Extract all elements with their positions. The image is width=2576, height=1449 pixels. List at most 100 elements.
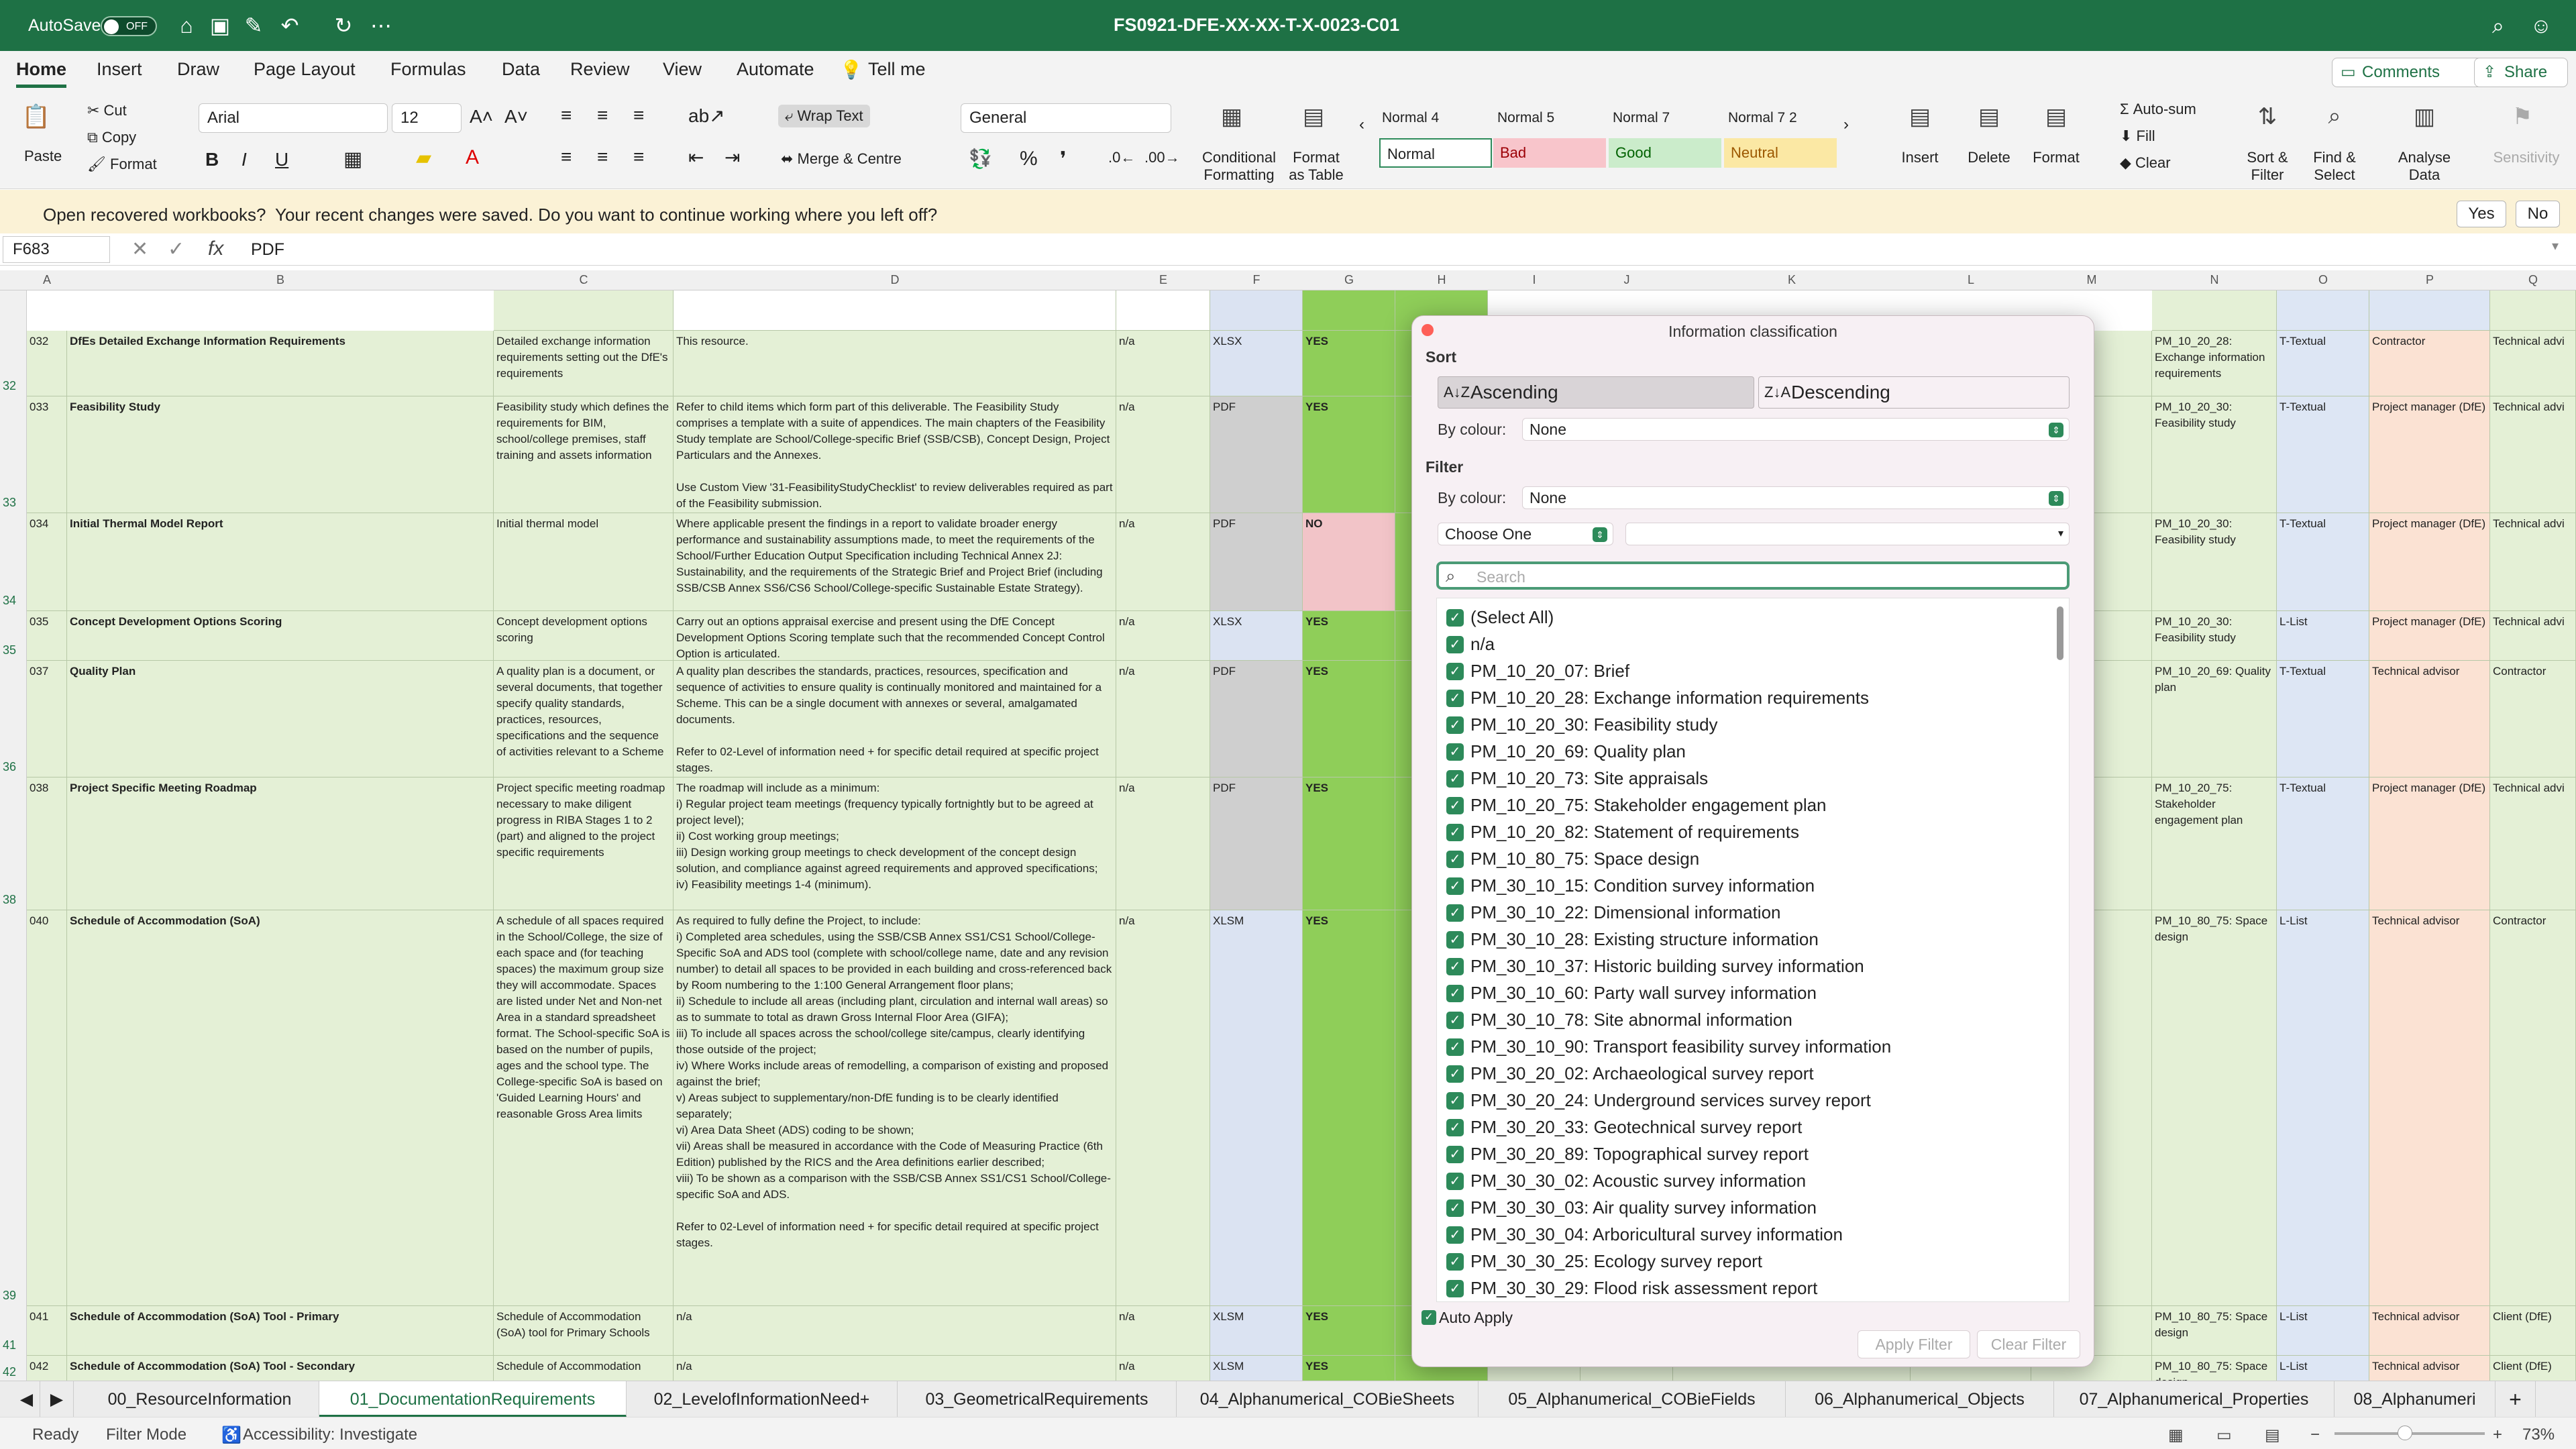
filter-value-item[interactable]: ✓ PM_10_20_73: Site appraisals	[1446, 765, 1708, 792]
style-normal[interactable]: Normal	[1379, 138, 1492, 168]
table-cell[interactable]: Technical advisor	[2369, 910, 2490, 1306]
table-cell[interactable]: PDF	[1210, 396, 1303, 513]
table-cell[interactable]: Schedule of Accommodation (SoA) Tool - S…	[67, 1356, 494, 1381]
checkbox-icon[interactable]: ✓	[1446, 1065, 1464, 1083]
table-cell[interactable]: Project manager (DfE)	[2369, 396, 2490, 513]
checkbox-icon[interactable]: ✓	[1446, 851, 1464, 868]
table-cell[interactable]: Project manager (DfE)	[2369, 611, 2490, 661]
table-cell[interactable]: 042	[27, 1356, 67, 1381]
table-cell[interactable]: L-List	[2277, 910, 2369, 1306]
table-cell[interactable]: PDF	[1210, 661, 1303, 777]
table-cell[interactable]: Technical advisor	[2369, 1306, 2490, 1356]
table-cell[interactable]: Client (DfE)	[2490, 1356, 2576, 1381]
function-icon[interactable]: fx	[208, 237, 223, 260]
align-middle-icon[interactable]: ≡	[597, 105, 608, 126]
expand-formula-icon[interactable]: ▾	[2552, 237, 2559, 254]
paste-icon[interactable]: 📋	[17, 103, 55, 130]
fill-button[interactable]: ⬇ Fill	[2120, 127, 2155, 145]
align-bottom-icon[interactable]: ≡	[633, 105, 644, 126]
col-d[interactable]: D	[674, 273, 1116, 287]
italic-icon[interactable]: I	[241, 149, 247, 170]
table-cell[interactable]: DfEs Detailed Exchange Information Requi…	[67, 331, 494, 396]
checkbox-icon[interactable]: ✓	[1446, 1038, 1464, 1056]
col-j[interactable]: J	[1580, 273, 1673, 287]
table-cell[interactable]: Technical advi	[2490, 611, 2576, 661]
clear-filter-button[interactable]: Clear Filter	[1977, 1330, 2080, 1358]
sheet-prev-icon[interactable]: ◀	[13, 1381, 40, 1417]
row-number[interactable]: 38	[3, 893, 16, 907]
checkbox-icon[interactable]: ✓	[1446, 824, 1464, 841]
document-title[interactable]: FS0921-DFE-XX-XX-T-X-0023-C01	[1114, 15, 1399, 36]
filter-value-item[interactable]: ✓ PM_30_20_02: Archaeological survey repo…	[1446, 1060, 1814, 1087]
checkbox-icon[interactable]: ✓	[1446, 690, 1464, 707]
table-cell[interactable]: n/a	[1116, 661, 1210, 777]
col-l[interactable]: L	[1911, 273, 2031, 287]
filter-value-item[interactable]: ✓ PM_10_20_28: Exchange information requi…	[1446, 684, 1869, 711]
sort-filter-label[interactable]: Sort & Filter	[2234, 149, 2301, 184]
checkbox-icon[interactable]: ✓	[1446, 770, 1464, 788]
col-e[interactable]: E	[1116, 273, 1210, 287]
table-cell[interactable]: 040	[27, 910, 67, 1306]
insert-cells-icon[interactable]: ▤	[1893, 103, 1947, 130]
table-cell[interactable]: Schedule of Accommodation (SoA)	[67, 910, 494, 1306]
normal-view-icon[interactable]: ▦	[2168, 1426, 2184, 1445]
share-button[interactable]: ⇪ Share	[2474, 58, 2568, 87]
apply-filter-button[interactable]: Apply Filter	[1858, 1330, 1970, 1358]
paste-label[interactable]: Paste	[24, 148, 62, 165]
row-number[interactable]: 35	[3, 643, 16, 657]
conditional-formatting-icon[interactable]: ▦	[1205, 103, 1258, 130]
checkbox-icon[interactable]: ✓	[1446, 1253, 1464, 1271]
table-cell[interactable]: L-List	[2277, 611, 2369, 661]
checkbox-icon[interactable]: ✓	[1446, 985, 1464, 1002]
cut-button[interactable]: ✂ Cut	[87, 102, 127, 119]
checkbox-icon[interactable]: ✓	[1446, 609, 1464, 627]
add-sheet-icon[interactable]: +	[2496, 1381, 2536, 1417]
table-cell[interactable]: T-Textual	[2277, 396, 2369, 513]
table-cell[interactable]: Client (DfE)	[2490, 1306, 2576, 1356]
table-cell[interactable]: PM_10_80_75: Space design	[2152, 1356, 2277, 1381]
number-format-select[interactable]: General	[961, 103, 1171, 133]
table-cell[interactable]: Concept development options scoring	[494, 611, 674, 661]
filter-value-item[interactable]: ✓ PM_30_10_37: Historic building survey i…	[1446, 953, 1864, 979]
sheet-tab[interactable]: 03_GeometricalRequirements	[898, 1381, 1177, 1417]
table-cell[interactable]: Concept Development Options Scoring	[67, 611, 494, 661]
table-cell[interactable]: PM_10_20_75: Stakeholder engagement plan	[2152, 777, 2277, 910]
accounting-icon[interactable]: 💱	[969, 148, 992, 170]
condition-value-input[interactable]: ▾	[1625, 523, 2070, 545]
align-left-icon[interactable]: ≡	[561, 146, 572, 168]
font-color-icon[interactable]: A	[466, 146, 479, 169]
checkbox-icon[interactable]: ✓	[1446, 716, 1464, 734]
style-neutral[interactable]: Neutral	[1724, 138, 1837, 168]
table-cell[interactable]	[2369, 290, 2490, 331]
undo-icon[interactable]: ↶	[276, 12, 303, 39]
table-cell[interactable]: A quality plan describes the standards, …	[674, 661, 1116, 777]
col-n[interactable]: N	[2152, 273, 2277, 287]
format-cells-label[interactable]: Format	[2026, 149, 2086, 166]
filter-values-list[interactable]: ✓ (Select All) ✓ n/a ✓ PM_10_20_07: Brief ✓ PM_…	[1436, 598, 2070, 1302]
table-cell[interactable]: Schedule of Accommodation	[494, 1356, 674, 1381]
table-cell[interactable]: T-Textual	[2277, 513, 2369, 611]
worksheet-grid[interactable]: A B C D E F G H I J K L M N O P Q 32 032 D…	[0, 270, 2576, 1381]
table-cell[interactable]: Where applicable present the findings in…	[674, 513, 1116, 611]
table-cell[interactable]: T-Textual	[2277, 777, 2369, 910]
checkbox-icon[interactable]: ✓	[1446, 636, 1464, 653]
table-cell[interactable]	[1210, 290, 1303, 331]
tab-review[interactable]: Review	[570, 59, 630, 80]
sort-ascending-button[interactable]: A↓Z Ascending	[1438, 376, 1754, 409]
table-cell[interactable]: n/a	[1116, 910, 1210, 1306]
sheet-tab[interactable]: 02_LevelofInformationNeed+	[627, 1381, 898, 1417]
checkbox-icon[interactable]: ✓	[1446, 1226, 1464, 1244]
filter-value-item[interactable]: ✓ PM_30_30_25: Ecology survey report	[1446, 1248, 1762, 1275]
sheet-tab[interactable]: 06_Alphanumerical_Objects	[1786, 1381, 2054, 1417]
zoom-out-icon[interactable]: −	[2310, 1426, 2320, 1444]
fill-color-icon[interactable]: ▰	[416, 146, 431, 170]
grow-font-icon[interactable]: A˄	[470, 106, 493, 127]
table-cell[interactable]: L-List	[2277, 1356, 2369, 1381]
table-cell[interactable]: Project manager (DfE)	[2369, 777, 2490, 910]
table-cell[interactable]: 034	[27, 513, 67, 611]
table-cell[interactable]: PDF	[1210, 513, 1303, 611]
format-painter-button[interactable]: 🖌 Format	[87, 156, 157, 173]
table-cell[interactable]: PM_10_20_28: Exchange information requir…	[2152, 331, 2277, 396]
table-cell[interactable]: Schedule of Accommodation (SoA) tool for…	[494, 1306, 674, 1356]
checkbox-icon[interactable]: ✓	[1446, 743, 1464, 761]
